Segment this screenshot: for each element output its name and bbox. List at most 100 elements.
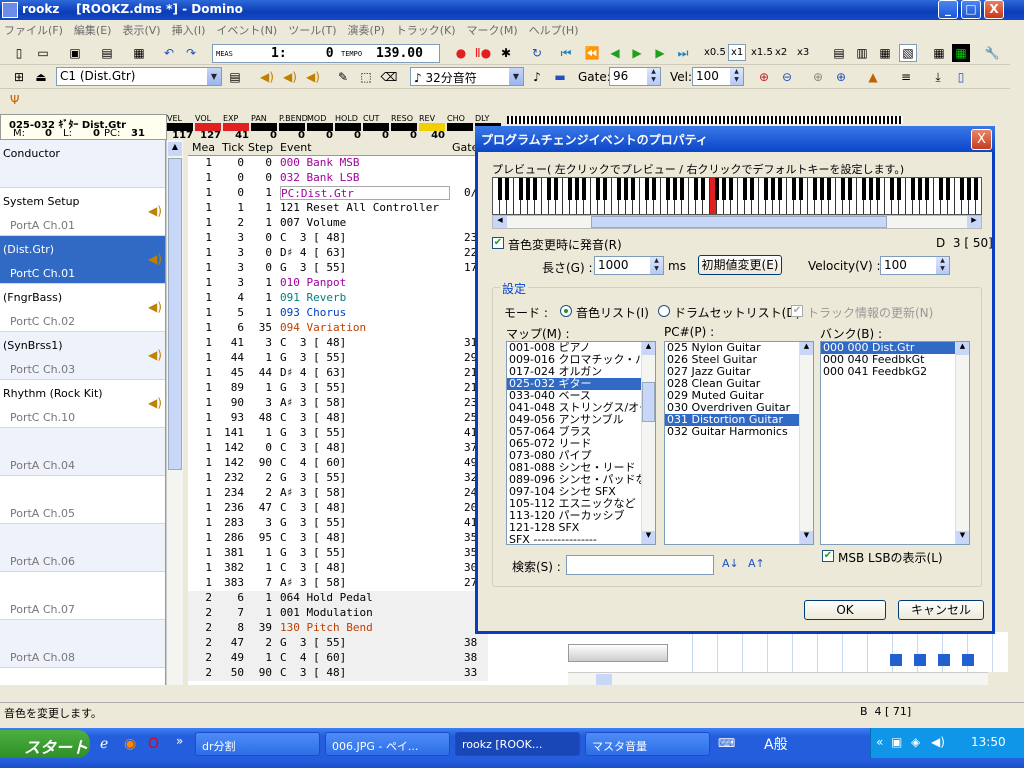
- event-row[interactable]: 1 90 3 A♯ 3 [ 58] 23: [188, 396, 488, 411]
- keyboard-scrollbar[interactable]: ◀ ▶: [492, 215, 982, 229]
- menu-edit[interactable]: 編集(E): [70, 20, 116, 38]
- paint-icon[interactable]: ▲: [864, 68, 882, 86]
- track-item[interactable]: PortA Ch.06: [0, 524, 165, 572]
- rewind-icon[interactable]: ⏪: [583, 44, 601, 62]
- minimize-button[interactable]: _: [938, 0, 958, 19]
- task-folder[interactable]: dr分割: [195, 732, 320, 756]
- event-row[interactable]: 1 5 1 093 Chorus: [188, 306, 488, 321]
- piano-black-key[interactable]: [792, 178, 796, 200]
- mode-tone-list-radio[interactable]: [560, 305, 572, 317]
- piano-black-key[interactable]: [680, 178, 684, 200]
- piano-black-key[interactable]: [694, 178, 698, 200]
- task-master-volume[interactable]: マスタ音量: [585, 732, 710, 756]
- mixer-column[interactable]: PAN 0: [251, 114, 279, 141]
- scroll-down-icon[interactable]: ▼: [956, 531, 969, 544]
- preview-keyboard[interactable]: [492, 177, 982, 215]
- properties-icon[interactable]: ▤: [98, 44, 116, 62]
- track-item[interactable]: System Setup PortA Ch.01 ◀): [0, 188, 165, 236]
- tray-network-icon[interactable]: ▣: [891, 735, 902, 749]
- firefox-icon[interactable]: ◉: [124, 736, 136, 752]
- piano-black-key[interactable]: [715, 178, 719, 200]
- goto-start-icon[interactable]: ⏮: [557, 44, 575, 62]
- sound-on-change-checkbox[interactable]: ✔: [492, 237, 504, 249]
- piano-black-key[interactable]: [967, 178, 971, 200]
- event-row[interactable]: 1 232 2 G 3 [ 55] 32: [188, 471, 488, 486]
- track-item[interactable]: Conductor: [0, 140, 165, 188]
- col-mea[interactable]: Mea: [192, 141, 215, 154]
- event-row[interactable]: 1 142 90 C 4 [ 60] 49: [188, 456, 488, 471]
- piano-black-key[interactable]: [799, 178, 803, 200]
- opera-icon[interactable]: O: [148, 736, 159, 752]
- zoom-05[interactable]: x0.5: [704, 47, 726, 58]
- monitor-icon[interactable]: ▦: [952, 44, 970, 62]
- select-rect-icon[interactable]: ⬚: [357, 68, 375, 86]
- piano-black-key[interactable]: [778, 178, 782, 200]
- speaker-icon[interactable]: ◀): [148, 300, 162, 314]
- mixer-column[interactable]: CUT 0: [363, 114, 391, 141]
- mixer-column[interactable]: VEL 117: [167, 114, 195, 141]
- piano-black-key[interactable]: [666, 178, 670, 200]
- mode-drum-list-radio[interactable]: [658, 305, 670, 317]
- event-row[interactable]: 25090C 3 [ 48]33127: [188, 666, 488, 681]
- map-listbox[interactable]: 001-008 ピアノ009-016 クロマチック・パーカッシ017-024 オ…: [506, 341, 656, 545]
- piano-black-key[interactable]: [603, 178, 607, 200]
- event-row[interactable]: 1 381 1 G 3 [ 55] 35: [188, 546, 488, 561]
- list-view-icon[interactable]: ▤: [830, 44, 848, 62]
- event-row[interactable]: 1 236 47 C 3 [ 48] 20: [188, 501, 488, 516]
- piano-black-key[interactable]: [575, 178, 579, 200]
- listbox-scrollbar[interactable]: ▲ ▼: [641, 342, 655, 544]
- ie-icon[interactable]: ℯ: [100, 736, 108, 752]
- piano-black-key[interactable]: [841, 178, 845, 200]
- piano-black-key[interactable]: [617, 178, 621, 200]
- gate-field[interactable]: 96 ▲ ▼: [609, 67, 661, 86]
- event-row[interactable]: 2 8 39 130 Pitch Bend: [188, 621, 488, 636]
- note-block[interactable]: [914, 654, 926, 666]
- scroll-right-icon[interactable]: ▶: [967, 216, 981, 228]
- speaker-icon[interactable]: ◀): [258, 68, 276, 86]
- scroll-thumb[interactable]: [642, 382, 655, 422]
- msb-lsb-checkbox[interactable]: ✔: [822, 550, 834, 562]
- piano-black-key[interactable]: [820, 178, 824, 200]
- piano-black-key[interactable]: [743, 178, 747, 200]
- zoom-v-icon[interactable]: ⊕: [832, 68, 850, 86]
- piano-roll-grid[interactable]: [668, 632, 1008, 672]
- tray-volume-icon[interactable]: ◀): [931, 735, 945, 749]
- close-button[interactable]: X: [984, 0, 1004, 19]
- event-row[interactable]: 1 41 3 C 3 [ 48] 31: [188, 336, 488, 351]
- piano-black-key[interactable]: [673, 178, 677, 200]
- zoom-1[interactable]: x1: [728, 44, 747, 61]
- mixer-slider-strip[interactable]: [507, 116, 903, 124]
- menu-view[interactable]: 表示(V): [118, 20, 164, 38]
- piano-black-key[interactable]: [526, 178, 530, 200]
- scroll-up-icon[interactable]: ▲: [956, 342, 969, 355]
- event-row[interactable]: 1 89 1 G 3 [ 55] 21: [188, 381, 488, 396]
- list-item[interactable]: 000 041 FeedbkG2: [821, 366, 969, 378]
- speaker-icon[interactable]: ◀): [148, 204, 162, 218]
- piano-black-key[interactable]: [827, 178, 831, 200]
- zoom-3[interactable]: x3: [797, 47, 809, 58]
- menu-play[interactable]: 演奏(P): [344, 20, 389, 38]
- track-item[interactable]: (FngrBass) PortC Ch.02 ◀): [0, 284, 165, 332]
- event-row[interactable]: 1 142 0 C 3 [ 48] 37: [188, 441, 488, 456]
- speaker-all-icon[interactable]: ◀): [304, 68, 322, 86]
- event-row[interactable]: 1 3 0 D♯ 4 [ 63] 22: [188, 246, 488, 261]
- menu-tools[interactable]: ツール(T): [284, 20, 340, 38]
- scroll-thumb[interactable]: [168, 158, 182, 470]
- event-row[interactable]: 2 6 1 064 Hold Pedal: [188, 591, 488, 606]
- tray-shield-icon[interactable]: ◈: [911, 735, 920, 749]
- zoom-out-icon[interactable]: ⊖: [778, 68, 796, 86]
- keyboard-icon[interactable]: ⌨: [718, 736, 735, 750]
- event-row[interactable]: 2491C 4 [ 60]38127: [188, 651, 488, 666]
- piano-black-key[interactable]: [624, 178, 628, 200]
- speaker-solo-icon[interactable]: ◀): [281, 68, 299, 86]
- track-item[interactable]: Rhythm (Rock Kit) PortC Ch.10 ◀): [0, 380, 165, 428]
- track-item[interactable]: PortA Ch.07: [0, 572, 165, 620]
- piano-black-key[interactable]: [750, 178, 754, 200]
- record-icon[interactable]: ●: [452, 44, 470, 62]
- track-list-scrollbar[interactable]: ▲: [166, 140, 183, 685]
- mixer-column[interactable]: HOLD 0: [335, 114, 363, 141]
- dialog-close-button[interactable]: X: [971, 129, 992, 150]
- bookmark-icon[interactable]: ▯: [952, 68, 970, 86]
- align-icon[interactable]: ≡: [897, 68, 915, 86]
- eraser-icon[interactable]: ⌫: [380, 68, 398, 86]
